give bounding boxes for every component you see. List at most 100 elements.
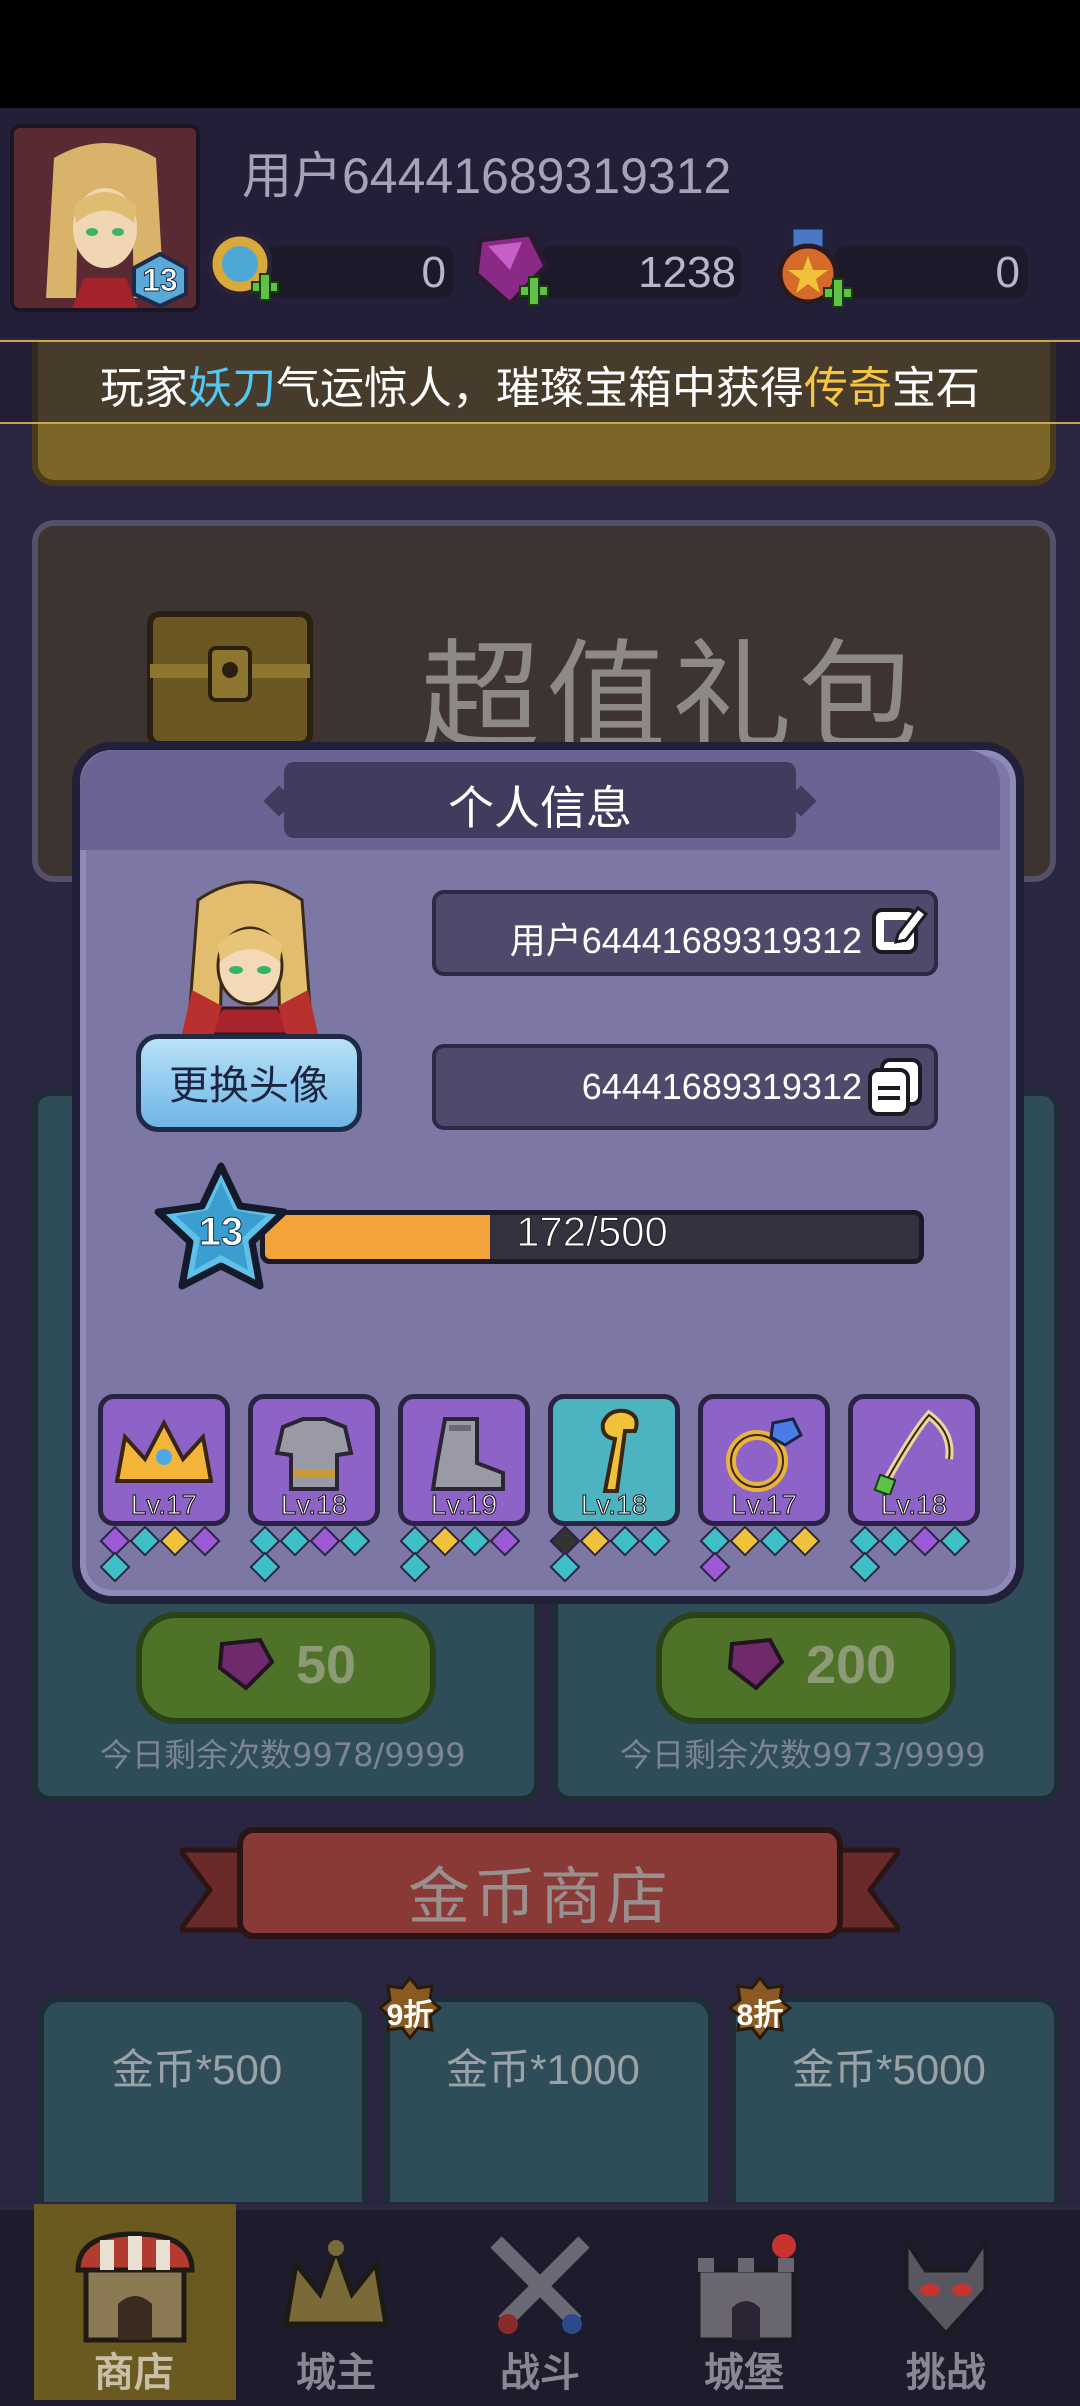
- change-avatar-button[interactable]: 更换头像: [136, 1034, 362, 1132]
- profile-portrait: [162, 870, 338, 1034]
- equipment-slot[interactable]: Lv.17: [698, 1394, 830, 1526]
- coin-pack-500[interactable]: [38, 1996, 368, 2202]
- staff-icon: [600, 1408, 639, 1493]
- ticker-middle: 气运惊人，璀璨宝箱中获得: [276, 363, 804, 414]
- broadcast-message: 玩家妖刀气运惊人，璀璨宝箱中获得传奇宝石: [0, 352, 1080, 416]
- equipment-slot[interactable]: Lv.18: [548, 1394, 680, 1526]
- edit-icon[interactable]: [868, 900, 928, 960]
- equipment-level: Lv.19: [430, 1489, 498, 1521]
- gem-socket-icon: [339, 1525, 371, 1557]
- nav-item-lord[interactable]: 城主: [236, 2204, 438, 2400]
- gem-socket-icon: [279, 1525, 311, 1557]
- nav-label-castle: 城堡: [704, 2350, 784, 2396]
- equipment-level: Lv.17: [730, 1489, 798, 1521]
- medal-value: 0: [995, 248, 1020, 297]
- gem-socket-icon: [99, 1551, 131, 1583]
- nav-label-challenge: 挑战: [906, 2350, 986, 2396]
- gem-socket-row: [549, 1525, 682, 1583]
- nav-label-shop: 商店: [94, 2350, 174, 2396]
- ticker-suffix: 宝石: [892, 363, 980, 414]
- profile-level: 13: [198, 1210, 244, 1255]
- gem-socket-icon: [639, 1525, 671, 1557]
- player-level: 13: [142, 262, 179, 299]
- gem-socket-icon: [549, 1551, 581, 1583]
- player-username: 用户64441689319312: [242, 148, 732, 204]
- equipment-level: Lv.17: [130, 1489, 198, 1521]
- equipment-slot[interactable]: Lv.18: [248, 1394, 380, 1526]
- status-bar: [0, 0, 1080, 108]
- gem-socket-icon: [159, 1525, 191, 1557]
- gem-socket-icon: [609, 1525, 641, 1557]
- equipment-level: Lv.18: [880, 1489, 948, 1521]
- discount-label-2: 8折: [736, 1999, 784, 2032]
- coin-pack-label-2: 金币*1000: [446, 2046, 640, 2093]
- gem-plus-icon[interactable]: [470, 230, 556, 310]
- gem-socket-icon: [189, 1525, 221, 1557]
- gem-socket-icon: [459, 1525, 491, 1557]
- remaining-count-1: 今日剩余次数9978/9999: [100, 1736, 466, 1774]
- crown-icon: [114, 1418, 214, 1483]
- nav-item-shop[interactable]: 商店: [34, 2204, 236, 2400]
- demon-icon: [903, 2231, 989, 2338]
- profile-portrait-icon: [182, 880, 318, 1034]
- nav-item-castle[interactable]: 城堡: [644, 2204, 846, 2400]
- ticker-prefix: 玩家: [100, 363, 188, 414]
- nav-label-lord: 城主: [296, 2350, 376, 2396]
- equipment-level: Lv.18: [280, 1489, 348, 1521]
- dialog-title: 个人信息: [448, 781, 632, 835]
- gem-icon: [727, 1637, 785, 1691]
- gem-socket-icon: [129, 1525, 161, 1557]
- gem-socket-icon: [939, 1525, 971, 1557]
- coin-value: 0: [421, 248, 446, 297]
- shop-icon: [75, 2231, 195, 2343]
- price-value-1: 50: [296, 1635, 357, 1695]
- bow-icon: [873, 1409, 954, 1495]
- boot-icon: [430, 1417, 505, 1491]
- nav-label-battle: 战斗: [500, 2350, 580, 2396]
- gem-socket-icon: [879, 1525, 911, 1557]
- equipment-slot[interactable]: Lv.19: [398, 1394, 530, 1526]
- armor-icon: [274, 1417, 354, 1491]
- ticker-player-name: 妖刀: [188, 363, 276, 414]
- crossed-swords-icon: [490, 2236, 590, 2334]
- nav-item-challenge[interactable]: 挑战: [846, 2204, 1048, 2400]
- experience-text: 172/500: [516, 1208, 669, 1256]
- gem-socket-icon: [429, 1525, 461, 1557]
- nav-item-battle[interactable]: 战斗: [440, 2204, 642, 2400]
- gem-value: 1238: [638, 248, 736, 297]
- gem-socket-icon: [399, 1551, 431, 1583]
- crown-icon: [283, 2240, 389, 2327]
- gem-socket-icon: [489, 1525, 521, 1557]
- gem-socket-row: [249, 1525, 382, 1583]
- gem-socket-icon: [729, 1525, 761, 1557]
- user-id-value: 64441689319312: [581, 1066, 862, 1107]
- discount-label-1: 9折: [386, 1999, 434, 2032]
- ring-icon: [726, 1417, 803, 1492]
- gem-socket-row: [849, 1525, 982, 1583]
- equipment-level: Lv.18: [580, 1489, 648, 1521]
- copy-icon[interactable]: [864, 1054, 928, 1118]
- username-value: 用户64441689319312: [509, 920, 862, 961]
- price-value-2: 200: [806, 1635, 897, 1695]
- gem-socket-icon: [909, 1525, 941, 1557]
- gem-socket-icon: [579, 1525, 611, 1557]
- gem-socket-icon: [699, 1551, 731, 1583]
- gem-icon: [217, 1637, 275, 1691]
- gem-socket-icon: [309, 1525, 341, 1557]
- treasure-chest-icon: [147, 611, 313, 747]
- gem-socket-icon: [759, 1525, 791, 1557]
- price-button-1[interactable]: [136, 1612, 436, 1724]
- equipment-slot[interactable]: Lv.17: [98, 1394, 230, 1526]
- coin-plus-icon[interactable]: [206, 230, 282, 306]
- equipment-slot[interactable]: Lv.18: [848, 1394, 980, 1526]
- gem-socket-icon: [789, 1525, 821, 1557]
- coin-pack-label-3: 金币*5000: [792, 2046, 986, 2093]
- gem-socket-row: [399, 1525, 532, 1583]
- castle-icon: [695, 2234, 797, 2343]
- ticker-item-rarity: 传奇: [804, 363, 892, 414]
- remaining-count-2: 今日剩余次数9973/9999: [620, 1736, 986, 1774]
- gem-socket-row: [699, 1525, 832, 1583]
- gem-socket-icon: [849, 1551, 881, 1583]
- medal-plus-icon[interactable]: [770, 226, 860, 312]
- gem-socket-row: [99, 1525, 232, 1583]
